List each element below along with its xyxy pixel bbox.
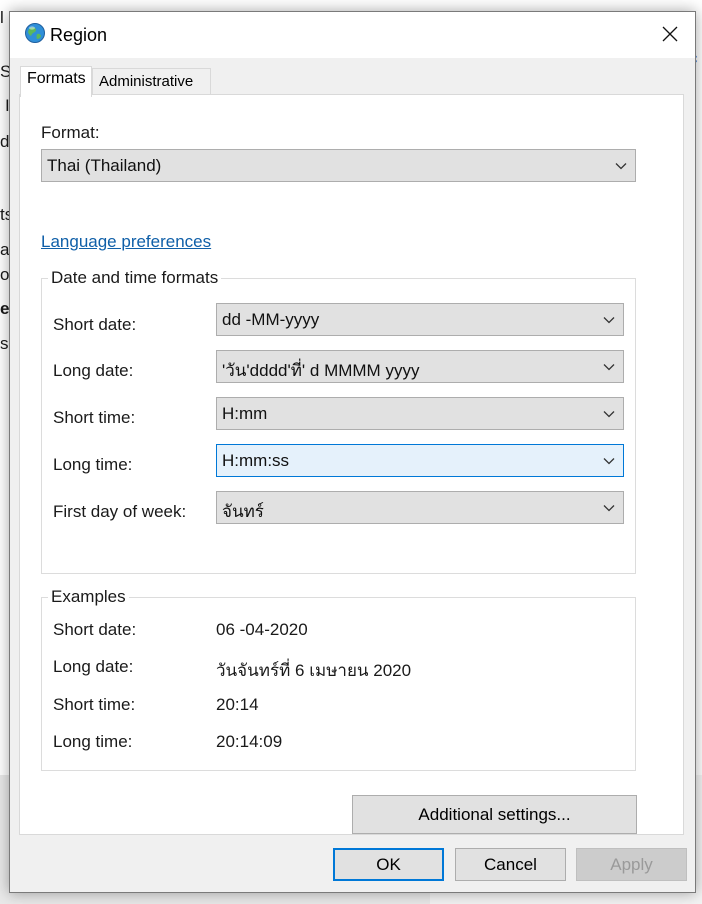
example-long-time-label: Long time: xyxy=(53,732,133,751)
format-select[interactable]: Thai (Thailand) xyxy=(41,149,636,182)
close-icon xyxy=(662,26,678,47)
date-time-formats-legend: Date and time formats xyxy=(48,268,222,288)
apply-button[interactable]: Apply xyxy=(576,848,687,881)
chevron-down-icon xyxy=(603,411,615,418)
example-long-date-value: วันจันทร์ที่ 6 เมษายน 2020 xyxy=(216,661,412,680)
chevron-down-icon xyxy=(603,364,615,371)
first-day-of-week-label: First day of week: xyxy=(53,502,187,521)
date-time-formats-group: Date and time formats Short date: dd -MM… xyxy=(41,268,636,574)
long-date-select[interactable]: 'วัน'dddd'ที่' d MMMM yyyy xyxy=(216,350,624,383)
dialog-title: Region xyxy=(50,25,108,45)
long-date-value: 'วัน'dddd'ที่' d MMMM yyyy xyxy=(222,361,420,380)
bg-fragment: l xyxy=(0,8,4,27)
short-date-label: Short date: xyxy=(53,315,137,334)
title-bar[interactable]: Region xyxy=(10,12,695,58)
first-day-of-week-value: จันทร์ xyxy=(222,502,264,521)
formats-panel: Format: Thai (Thailand) Language prefere… xyxy=(19,94,684,835)
long-date-label: Long date: xyxy=(53,361,134,380)
close-button[interactable] xyxy=(650,20,690,52)
example-short-time-label: Short time: xyxy=(53,695,136,714)
language-preferences-link[interactable]: Language preferences xyxy=(41,232,211,252)
short-time-label: Short time: xyxy=(53,408,136,427)
additional-settings-button[interactable]: Additional settings... xyxy=(352,795,637,834)
chevron-down-icon xyxy=(603,317,615,324)
format-select-value: Thai (Thailand) xyxy=(47,156,162,175)
long-time-value: H:mm:ss xyxy=(222,451,290,470)
example-long-time-value: 20:14:09 xyxy=(216,732,283,751)
globe-icon xyxy=(24,22,46,44)
tab-formats[interactable]: Formats xyxy=(20,66,92,97)
short-date-select[interactable]: dd -MM-yyyy xyxy=(216,303,624,336)
short-time-value: H:mm xyxy=(222,404,268,423)
ok-button[interactable]: OK xyxy=(333,848,444,881)
long-time-select[interactable]: H:mm:ss xyxy=(216,444,624,477)
chevron-down-icon xyxy=(603,458,615,465)
tab-administrative[interactable]: Administrative xyxy=(92,68,211,96)
example-short-date-label: Short date: xyxy=(53,620,137,639)
long-time-label: Long time: xyxy=(53,455,133,474)
region-dialog: Region Formats Administrative Format: Th… xyxy=(9,11,696,893)
examples-legend: Examples xyxy=(48,587,129,607)
short-time-select[interactable]: H:mm xyxy=(216,397,624,430)
chevron-down-icon xyxy=(615,163,627,170)
short-date-value: dd -MM-yyyy xyxy=(222,310,320,329)
example-long-date-label: Long date: xyxy=(53,657,134,676)
examples-group: Examples Short date: 06 -04-2020 Long da… xyxy=(41,587,636,771)
first-day-of-week-select[interactable]: จันทร์ xyxy=(216,491,624,524)
chevron-down-icon xyxy=(603,505,615,512)
example-short-date-value: 06 -04-2020 xyxy=(216,620,308,639)
format-label: Format: xyxy=(41,123,100,142)
cancel-button[interactable]: Cancel xyxy=(455,848,566,881)
example-short-time-value: 20:14 xyxy=(216,695,259,714)
